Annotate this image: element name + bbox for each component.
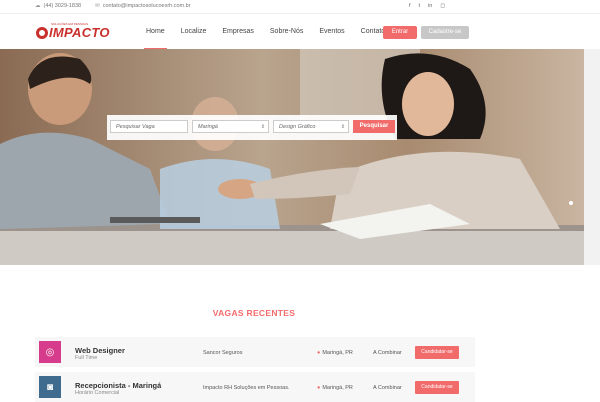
job-search-form: Pesquisar Vaga Maringá ⇕ Design Gráfico …: [107, 115, 397, 140]
job-salary: A Combinar: [373, 385, 402, 391]
select-arrows-icon: ⇕: [260, 124, 265, 130]
linkedin-icon[interactable]: in: [428, 3, 432, 9]
job-location-text: Maringá, PR: [322, 350, 353, 356]
logo-tagline: SOLUÇÕES EM PESSOAS: [51, 22, 89, 26]
site-logo[interactable]: IMPACTO SOLUÇÕES EM PESSOAS: [36, 22, 110, 40]
recent-jobs-title: VAGAS RECENTES: [212, 308, 296, 318]
select-arrows-icon: ⇕: [340, 124, 345, 130]
email-info[interactable]: ✉ contato@impactosolucoesrh.com.br: [95, 3, 190, 9]
facebook-icon[interactable]: f: [409, 3, 411, 9]
area-select[interactable]: Design Gráfico ⇕: [273, 120, 349, 133]
hero-banner: [0, 49, 584, 265]
signup-button[interactable]: Cadastre-se: [421, 26, 469, 39]
area-select-value: Design Gráfico: [279, 124, 316, 130]
page-scrollbar[interactable]: [584, 49, 600, 265]
job-title[interactable]: Recepcionista - Maringá: [75, 381, 161, 390]
job-type: Horário Comercial: [75, 390, 120, 396]
job-location: ● Maringá, PR: [317, 385, 353, 391]
city-select[interactable]: Maringá ⇕: [192, 120, 269, 133]
nav-menu: Home Localize Empresas Sobre-Nós Eventos…: [138, 14, 393, 50]
nav-item-sobre-nos[interactable]: Sobre-Nós: [262, 14, 311, 50]
dribbble-icon: ◎: [39, 341, 61, 363]
job-location-text: Maringá, PR: [322, 385, 353, 391]
logo-mark-icon: [36, 26, 48, 39]
phone-text: (44) 3029-1838: [43, 3, 82, 9]
job-location: ● Maringá, PR: [317, 350, 353, 356]
job-type: Full Time: [75, 355, 98, 361]
instagram-icon[interactable]: ◻: [440, 3, 445, 9]
login-button[interactable]: Entrar: [383, 26, 417, 39]
nav-item-empresas[interactable]: Empresas: [214, 14, 262, 50]
nav-item-eventos[interactable]: Eventos: [311, 14, 352, 50]
hero-image: [0, 49, 584, 265]
job-company: Impacto RH Soluções em Pessoas.: [203, 385, 290, 391]
instagram-icon: ◙: [39, 376, 61, 398]
email-text[interactable]: contato@impactosolucoesrh.com.br: [103, 3, 191, 9]
map-pin-icon: ●: [317, 385, 321, 391]
job-salary: A Combinar: [373, 350, 402, 356]
search-button[interactable]: Pesquisar: [353, 120, 395, 133]
twitter-icon[interactable]: t: [419, 3, 421, 9]
main-navbar: IMPACTO SOLUÇÕES EM PESSOAS Home Localiz…: [0, 13, 600, 50]
map-pin-icon: ●: [317, 350, 321, 356]
apply-button[interactable]: Candidatar-se: [415, 346, 459, 359]
phone-info: ☁ (44) 3029-1838: [35, 3, 81, 9]
top-info-bar: ☁ (44) 3029-1838 ✉ contato@impactosolucoes…: [0, 0, 600, 13]
job-company: Sancor Seguros: [203, 350, 243, 356]
keyword-input[interactable]: Pesquisar Vaga: [110, 120, 188, 133]
job-row[interactable]: ◎ Web Designer Full Time Sancor Seguros …: [35, 337, 475, 367]
job-row[interactable]: ◙ Recepcionista - Maringá Horário Comerc…: [35, 372, 475, 402]
logo-text: IMPACTO: [49, 25, 110, 40]
apply-button[interactable]: Candidatar-se: [415, 381, 459, 394]
nav-item-localize[interactable]: Localize: [173, 14, 215, 50]
mail-icon: ✉: [95, 3, 100, 9]
slider-dot[interactable]: [569, 201, 573, 205]
cloud-icon: ☁: [35, 3, 41, 9]
city-select-value: Maringá: [198, 124, 218, 130]
nav-item-home[interactable]: Home: [138, 14, 173, 50]
job-title[interactable]: Web Designer: [75, 346, 125, 355]
social-links: f t in ◻: [409, 3, 445, 9]
